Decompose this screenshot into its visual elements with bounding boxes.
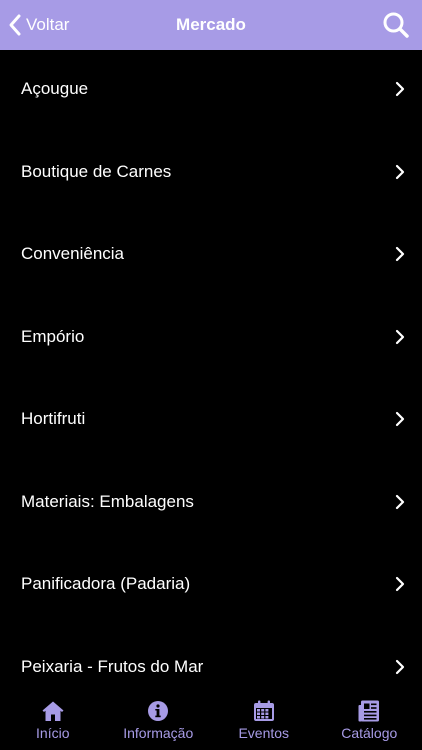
search-button[interactable] [382,11,410,39]
chevron-right-icon [395,81,405,97]
chevron-right-icon [395,246,405,262]
navigation-bar: Voltar Mercado [0,0,422,50]
chevron-right-icon [395,411,405,427]
chevron-right-icon [395,164,405,179]
tab-eventos[interactable]: Eventos [211,690,317,750]
chevron-right-icon [395,329,405,344]
app-screen: Voltar Mercado Açougue Boutique de Carne… [0,0,422,750]
list-item-label: Materiais: Embalagens [21,491,194,511]
tab-label: Catálogo [341,725,398,741]
list-item-hortifruti[interactable]: Hortifruti [0,378,422,461]
tab-label: Início [36,725,70,741]
list-item-conveniencia[interactable]: Conveniência [0,213,422,296]
list-item-panificadora[interactable]: Panificadora (Padaria) [0,543,422,626]
list-item-label: Hortifruti [21,409,86,428]
tab-catalogo[interactable]: Catálogo [317,690,422,750]
back-button[interactable]: Voltar [8,0,69,50]
chevron-right-icon [395,494,405,509]
list-item-peixaria[interactable]: Peixaria - Frutos do Mar [0,626,422,691]
back-label: Voltar [26,15,70,34]
tab-informacao[interactable]: Informação [106,690,212,750]
list-item-label: Açougue [21,79,89,98]
search-icon [382,12,410,43]
catalog-icon [358,700,380,722]
calendar-icon [253,700,274,721]
category-list: Açougue Boutique de Carnes Conveniência … [0,50,422,690]
tab-label: Eventos [238,725,290,741]
tab-bar: Início Informação Eventos Catálogo [0,690,422,750]
list-item-label: Peixaria - Frutos do Mar [21,656,204,676]
info-icon [148,701,169,721]
tab-inicio[interactable]: Início [0,690,106,750]
tab-label: Informação [123,725,194,741]
chevron-right-icon [395,576,405,592]
list-item-materiais-embalagens[interactable]: Materiais: Embalagens [0,461,422,544]
home-icon [42,701,64,721]
list-item-label: Panificadora (Padaria) [21,574,191,593]
list-item-acougue[interactable]: Açougue [0,50,422,131]
list-item-emporio[interactable]: Empório [0,296,422,379]
chevron-right-icon [395,659,405,674]
list-item-label: Boutique de Carnes [21,161,172,181]
list-item-label: Conveniência [21,244,125,263]
list-item-label: Empório [21,326,85,346]
chevron-left-icon [8,13,22,37]
list-item-boutique-de-carnes[interactable]: Boutique de Carnes [0,131,422,214]
